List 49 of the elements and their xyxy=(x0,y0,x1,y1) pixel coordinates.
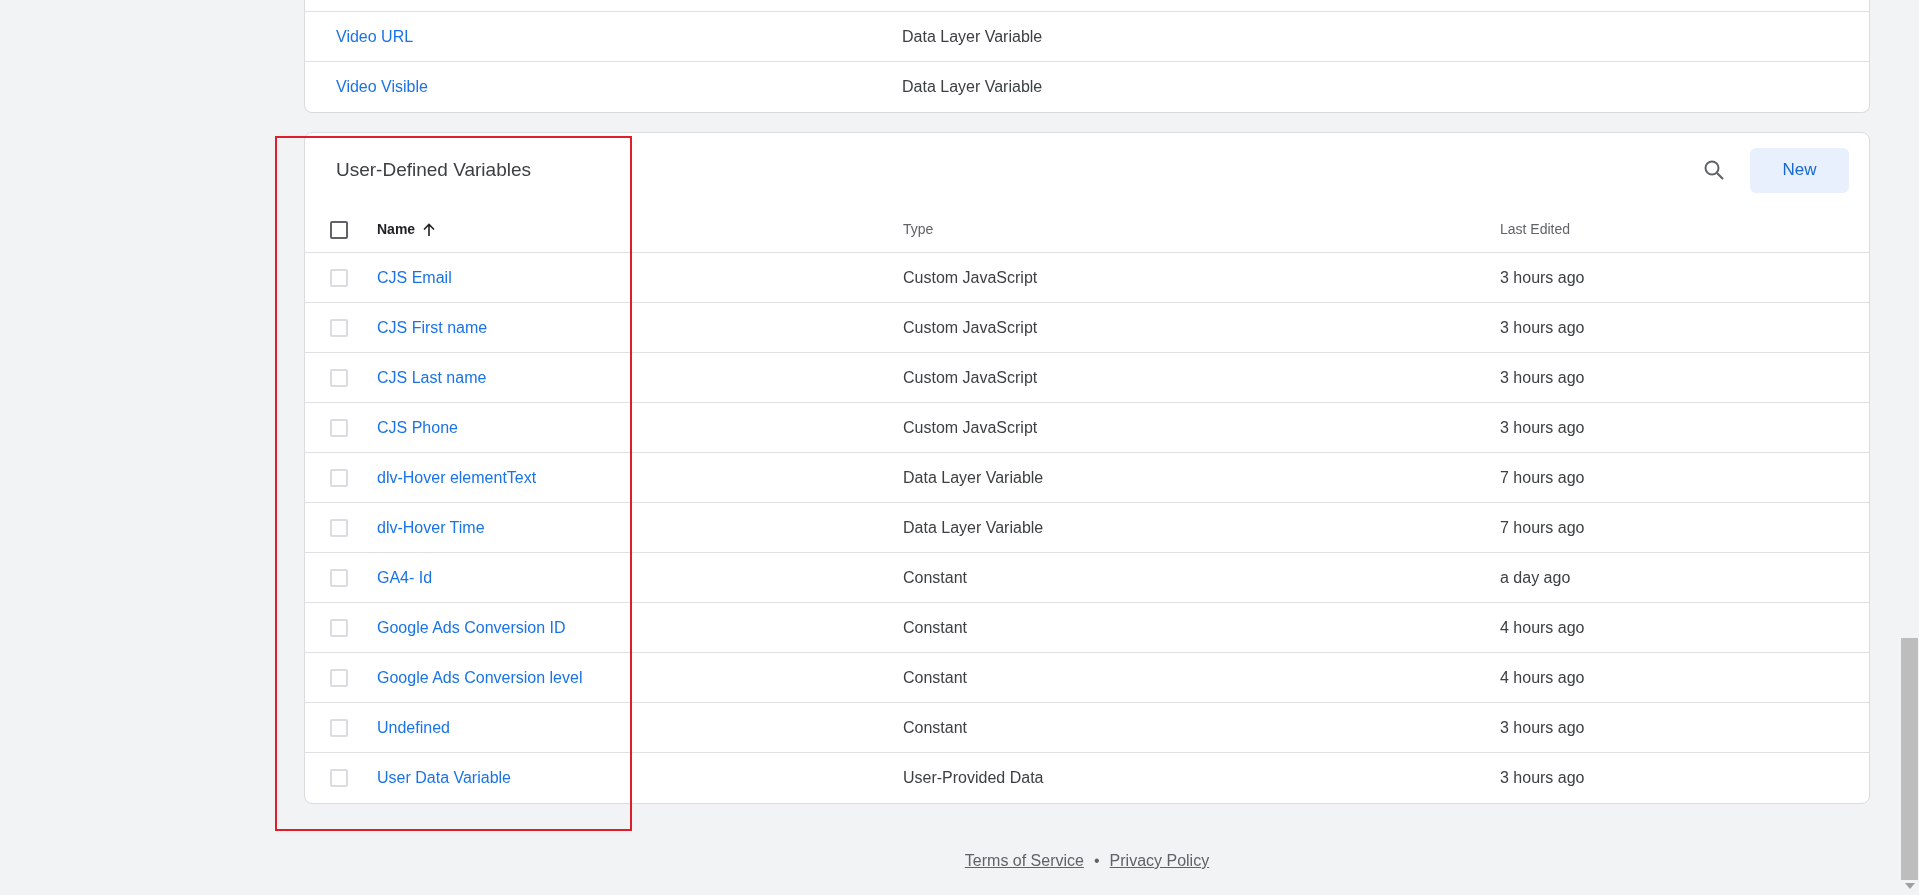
table-cell: Constant xyxy=(903,668,968,686)
variable-link[interactable]: CJS First name xyxy=(377,318,488,336)
table-cell: 3 hours ago xyxy=(1500,318,1585,336)
table-cell: 7 hours ago xyxy=(1500,518,1585,536)
footer-link[interactable]: Terms of Service xyxy=(964,849,1084,873)
table-cell: 3 hours ago xyxy=(1500,418,1585,436)
table-cell: Custom JavaScript xyxy=(903,368,1038,386)
table-cell: 3 hours ago xyxy=(1500,268,1585,286)
table-cell: 3 hours ago xyxy=(1500,718,1585,736)
column-header[interactable]: Type xyxy=(903,219,934,240)
table-cell-text: Data Layer Variable xyxy=(902,77,1043,97)
table-cell: User-Provided Data xyxy=(903,769,1044,786)
card-title: User-Defined Variables xyxy=(336,157,532,182)
variable-link[interactable]: GA4- Id xyxy=(377,568,433,586)
variable-link[interactable]: User Data Variable xyxy=(377,769,511,786)
variable-link[interactable]: dlv-Hover Time xyxy=(377,518,485,536)
table-cell: 3 hours ago xyxy=(1500,368,1585,386)
table-cell: Constant xyxy=(903,618,968,636)
table-cell: 3 hours ago xyxy=(1500,769,1585,786)
variable-link[interactable]: Google Ads Conversion ID xyxy=(377,618,566,636)
table-cell: Data Layer Variable xyxy=(903,468,1044,486)
column-header[interactable]: Last Edited xyxy=(1500,219,1571,240)
variable-link[interactable]: Video URL xyxy=(336,27,414,45)
table-cell: 7 hours ago xyxy=(1500,468,1585,486)
footer-link[interactable]: Privacy Policy xyxy=(1109,849,1210,873)
variable-link[interactable]: CJS Phone xyxy=(377,418,458,436)
scroll-down-icon[interactable] xyxy=(1904,883,1915,889)
search-icon[interactable] xyxy=(1702,158,1726,182)
table-cell: Constant xyxy=(903,718,968,736)
new-button[interactable]: New xyxy=(1750,147,1849,193)
table-cell: Custom JavaScript xyxy=(903,268,1038,286)
checkbox[interactable] xyxy=(330,220,348,239)
column-header[interactable]: Name xyxy=(377,219,416,240)
scrollbar-thumb[interactable] xyxy=(1901,638,1918,880)
table-cell: 4 hours ago xyxy=(1500,618,1585,636)
table-cell-text: Data Layer Variable xyxy=(902,26,1043,47)
table-cell: Constant xyxy=(903,568,968,586)
variable-link[interactable]: CJS Last name xyxy=(377,368,487,386)
variable-link[interactable]: CJS Email xyxy=(377,268,452,286)
variable-link[interactable]: Undefined xyxy=(377,718,450,736)
variable-link[interactable]: Video Visible xyxy=(336,78,428,95)
table-cell: a day ago xyxy=(1500,568,1571,586)
variable-link[interactable]: dlv-Hover elementText xyxy=(377,468,537,486)
variable-link[interactable]: Google Ads Conversion level xyxy=(377,668,583,686)
separator-dot: • xyxy=(1093,851,1100,871)
table-cell: 4 hours ago xyxy=(1500,668,1585,686)
table-cell: Custom JavaScript xyxy=(903,318,1038,336)
table-cell: Custom JavaScript xyxy=(903,418,1038,436)
table-cell: Data Layer Variable xyxy=(903,518,1044,536)
